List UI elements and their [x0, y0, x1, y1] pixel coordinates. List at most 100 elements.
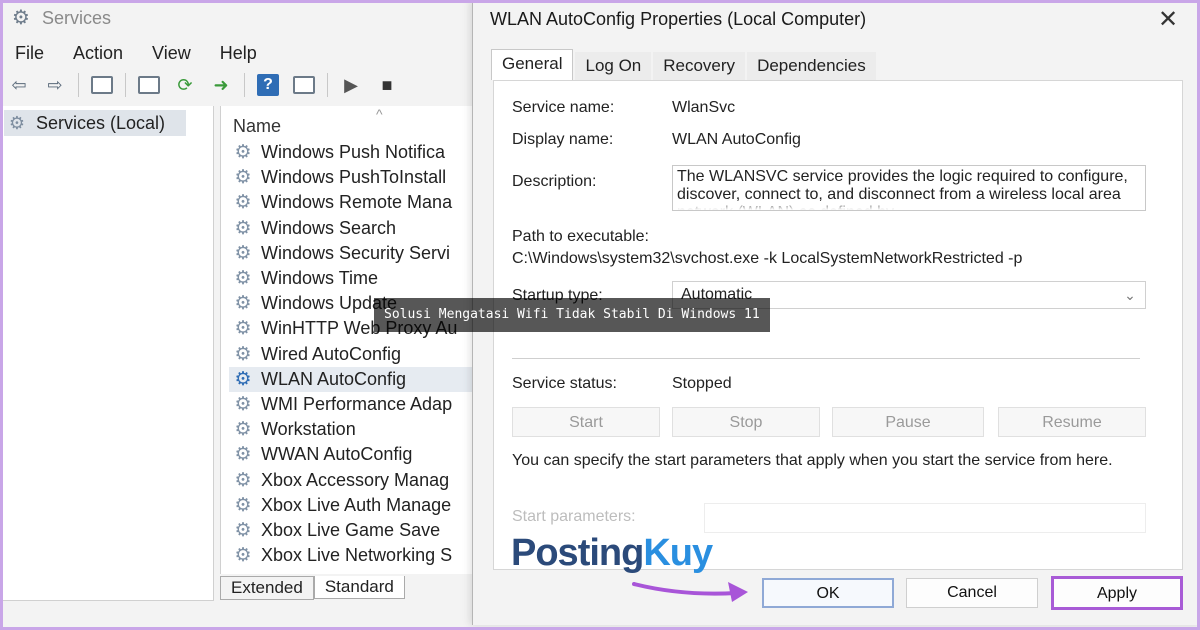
- service-name-label: Service name:: [512, 99, 615, 116]
- show-console-tree-icon[interactable]: [87, 72, 117, 98]
- service-status-value: Stopped: [672, 375, 732, 392]
- service-row-name: Wired AutoConfig: [261, 343, 402, 364]
- show-action-pane-icon[interactable]: [289, 72, 319, 98]
- service-row-name: Windows PushToInstall: [261, 167, 447, 188]
- service-gear-icon: ⚙: [234, 142, 252, 164]
- sort-ascending-icon: ^: [376, 106, 383, 122]
- service-row-name: WLAN AutoConfig: [261, 368, 407, 389]
- toolbar-separator: [327, 73, 328, 97]
- back-arrow-icon[interactable]: ⇦: [4, 72, 34, 98]
- menu-view[interactable]: View: [137, 40, 205, 66]
- path-label: Path to executable:: [512, 228, 649, 245]
- start-params-input[interactable]: [704, 503, 1146, 533]
- tab-general[interactable]: General: [491, 49, 574, 80]
- view-tabs: Extended Standard: [220, 576, 480, 600]
- service-gear-icon: ⚙: [234, 519, 252, 541]
- start-params-label: Start parameters:: [512, 508, 636, 525]
- menu-action[interactable]: Action: [58, 40, 137, 66]
- tab-standard[interactable]: Standard: [313, 576, 405, 599]
- service-row-name: Workstation: [261, 419, 356, 440]
- refresh-icon[interactable]: ⟳: [170, 72, 200, 98]
- dialog-tabs: General Log On Recovery Dependencies: [491, 49, 878, 80]
- service-row[interactable]: ⚙ Windows Time: [229, 266, 481, 291]
- service-gear-icon: ⚙: [234, 469, 252, 491]
- service-status-label: Service status:: [512, 375, 617, 392]
- cancel-button[interactable]: Cancel: [906, 578, 1038, 608]
- service-row-name: Xbox Live Auth Manage: [261, 494, 452, 515]
- menu-help[interactable]: Help: [205, 40, 271, 66]
- service-row[interactable]: ⚙ Windows Push Notifica: [229, 140, 481, 165]
- start-params-help: You can specify the start parameters tha…: [512, 452, 1113, 469]
- service-row-name: Windows Push Notifica: [261, 142, 446, 163]
- play-icon[interactable]: ▶: [336, 72, 366, 98]
- service-gear-icon: ⚙: [234, 242, 252, 264]
- toolbar-separator: [78, 73, 79, 97]
- service-row-name: Xbox Accessory Manag: [261, 469, 450, 490]
- service-row[interactable]: ⚙ Windows Remote Mana: [229, 190, 481, 215]
- section-divider: [512, 358, 1140, 359]
- pointer-arrow-icon: [632, 582, 748, 602]
- help-icon[interactable]: ?: [253, 72, 283, 98]
- service-row[interactable]: ⚙ WMI Performance Adap: [229, 392, 481, 417]
- service-row-name: WWAN AutoConfig: [261, 444, 413, 465]
- stop-icon[interactable]: ■: [372, 72, 402, 98]
- service-gear-icon: ⚙: [234, 444, 252, 466]
- services-rows: ⚙ Windows Push Notifica ⚙ Windows PushToIns…: [229, 140, 481, 568]
- brand-logo: PostingKuy: [511, 531, 713, 575]
- toolbar-separator: [125, 73, 126, 97]
- service-row-name: Windows Remote Mana: [261, 192, 453, 213]
- name-column-header[interactable]: Name: [233, 116, 281, 137]
- service-gear-icon: ⚙: [234, 494, 252, 516]
- service-row[interactable]: ⚙ Windows Security Servi: [229, 241, 481, 266]
- service-row[interactable]: ⚙ Windows Search: [229, 216, 481, 241]
- display-name-label: Display name:: [512, 131, 614, 148]
- tree-item-services-local[interactable]: ⚙ Services (Local): [4, 110, 186, 136]
- forward-arrow-icon[interactable]: ⇨: [40, 72, 70, 98]
- service-gear-icon: ⚙: [234, 545, 252, 567]
- service-row-name: Xbox Live Networking S: [261, 545, 453, 566]
- dialog-title: WLAN AutoConfig Properties (Local Comput…: [490, 9, 867, 29]
- tab-recovery[interactable]: Recovery: [653, 52, 746, 80]
- brand-logo-part2: Kuy: [643, 532, 713, 574]
- service-row[interactable]: ⚙ WLAN AutoConfig: [229, 366, 481, 392]
- service-row[interactable]: ⚙ Wired AutoConfig: [229, 342, 481, 367]
- service-row[interactable]: ⚙ Xbox Live Auth Manage: [229, 493, 481, 518]
- service-gear-icon: ⚙: [234, 217, 252, 239]
- service-gear-icon: ⚙: [234, 268, 252, 290]
- resume-button[interactable]: Resume: [998, 407, 1146, 437]
- menu-file[interactable]: File: [0, 40, 58, 66]
- tab-dependencies[interactable]: Dependencies: [747, 52, 876, 80]
- console-tree: ⚙ Services (Local): [0, 106, 214, 601]
- service-row-name: Windows Time: [261, 268, 379, 289]
- ok-button[interactable]: OK: [762, 578, 894, 608]
- service-row[interactable]: ⚙ Workstation: [229, 417, 481, 442]
- stop-button[interactable]: Stop: [672, 407, 820, 437]
- service-row-name: Windows Security Servi: [261, 242, 451, 263]
- service-row[interactable]: ⚙ Xbox Live Game Save: [229, 518, 481, 543]
- brand-logo-part1: Posting: [511, 532, 644, 574]
- properties-list-icon[interactable]: [134, 72, 164, 98]
- export-list-icon[interactable]: ➜: [206, 72, 236, 98]
- services-gear-icon: ⚙: [8, 112, 26, 133]
- services-list: Name ^ ⚙ Windows Push Notifica ⚙ Windows Pu…: [220, 106, 481, 574]
- menu-bar: File Action View Help: [0, 40, 271, 66]
- apply-button[interactable]: Apply: [1051, 576, 1183, 610]
- description-label: Description:: [512, 173, 597, 190]
- service-gear-icon: ⚙: [234, 167, 252, 189]
- service-row[interactable]: ⚙ Windows PushToInstall: [229, 165, 481, 190]
- tab-log-on[interactable]: Log On: [575, 52, 652, 80]
- close-icon[interactable]: ✕: [1153, 6, 1183, 34]
- display-name-value: WLAN AutoConfig: [672, 131, 801, 148]
- services-gear-icon: ⚙: [12, 7, 30, 29]
- service-row[interactable]: ⚙ Xbox Live Networking S: [229, 543, 481, 568]
- tree-item-label: Services (Local): [36, 112, 166, 133]
- chevron-down-icon: ⌄: [1124, 286, 1136, 303]
- start-button[interactable]: Start: [512, 407, 660, 437]
- service-row[interactable]: ⚙ Xbox Accessory Manag: [229, 467, 481, 492]
- toolbar-separator: [244, 73, 245, 97]
- watermark-caption: Solusi Mengatasi Wifi Tidak Stabil Di Wi…: [374, 298, 770, 332]
- description-box[interactable]: The WLANSVC service provides the logic r…: [672, 165, 1146, 211]
- tab-extended[interactable]: Extended: [220, 576, 314, 600]
- pause-button[interactable]: Pause: [832, 407, 984, 437]
- service-row[interactable]: ⚙ WWAN AutoConfig: [229, 442, 481, 467]
